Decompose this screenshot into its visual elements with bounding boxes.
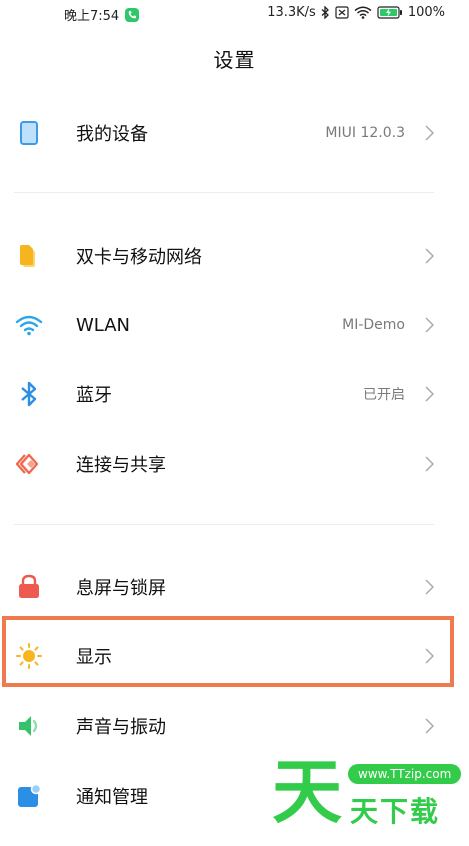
notification-icon bbox=[14, 781, 44, 811]
status-left: 晚上7:54 bbox=[64, 5, 140, 24]
wifi-icon bbox=[354, 6, 372, 19]
wifi-icon bbox=[14, 310, 44, 340]
lock-icon bbox=[14, 572, 44, 602]
settings-item-value: MI-Demo bbox=[342, 317, 405, 333]
bluetooth-icon bbox=[321, 6, 330, 19]
bluetooth-icon bbox=[14, 379, 44, 409]
watermark-logo: 天 www.TTzip.com 天下载 bbox=[272, 752, 462, 832]
chevron-right-icon bbox=[423, 578, 435, 596]
sim-disabled-icon bbox=[335, 6, 349, 19]
settings-item-label: 通知管理 bbox=[76, 787, 148, 808]
chevron-right-icon bbox=[423, 316, 435, 334]
watermark-subtitle: 天下载 bbox=[350, 795, 441, 828]
chevron-right-icon bbox=[423, 455, 435, 473]
settings-item-label: 声音与振动 bbox=[76, 717, 166, 738]
settings-item-my-device[interactable]: 我的设备 MIUI 12.0.3 bbox=[0, 101, 469, 165]
phone-call-icon bbox=[125, 7, 140, 22]
divider bbox=[14, 192, 434, 193]
chevron-right-icon bbox=[423, 247, 435, 265]
settings-item-value: MIUI 12.0.3 bbox=[325, 125, 405, 141]
highlight-box bbox=[2, 616, 454, 687]
connection-share-icon bbox=[14, 449, 44, 479]
settings-item-connection-share[interactable]: 连接与共享 bbox=[0, 432, 469, 496]
settings-item-sound[interactable]: 声音与振动 bbox=[0, 694, 469, 758]
device-icon bbox=[14, 118, 44, 148]
settings-item-label: 连接与共享 bbox=[76, 455, 166, 476]
speaker-icon bbox=[14, 711, 44, 741]
status-bar: 晚上7:54 13.3K/s 100% bbox=[0, 0, 469, 28]
settings-item-value: 已开启 bbox=[363, 387, 405, 403]
page-title: 设置 bbox=[213, 48, 256, 72]
watermark-big-char: 天 bbox=[272, 751, 342, 833]
network-speed: 13.3K/s bbox=[267, 5, 316, 20]
settings-item-lockscreen[interactable]: 息屏与锁屏 bbox=[0, 555, 469, 619]
status-right: 13.3K/s 100% bbox=[267, 5, 445, 20]
settings-item-label: WLAN bbox=[76, 314, 131, 336]
watermark-domain: www.TTzip.com bbox=[348, 764, 462, 784]
settings-item-label: 双卡与移动网络 bbox=[76, 247, 202, 268]
chevron-right-icon bbox=[423, 124, 435, 142]
settings-item-wlan[interactable]: WLAN MI-Demo bbox=[0, 293, 469, 357]
settings-item-bluetooth[interactable]: 蓝牙 已开启 bbox=[0, 362, 469, 426]
settings-item-label: 蓝牙 bbox=[76, 385, 112, 406]
settings-item-label: 我的设备 bbox=[76, 124, 148, 145]
sim-card-icon bbox=[14, 241, 44, 271]
settings-item-label: 息屏与锁屏 bbox=[76, 578, 166, 599]
settings-item-sim[interactable]: 双卡与移动网络 bbox=[0, 224, 469, 288]
divider bbox=[14, 524, 434, 525]
battery-charging-icon bbox=[377, 6, 403, 19]
battery-percent: 100% bbox=[407, 5, 445, 20]
chevron-right-icon bbox=[423, 717, 435, 735]
status-time: 晚上7:54 bbox=[64, 9, 120, 24]
chevron-right-icon bbox=[423, 385, 435, 403]
